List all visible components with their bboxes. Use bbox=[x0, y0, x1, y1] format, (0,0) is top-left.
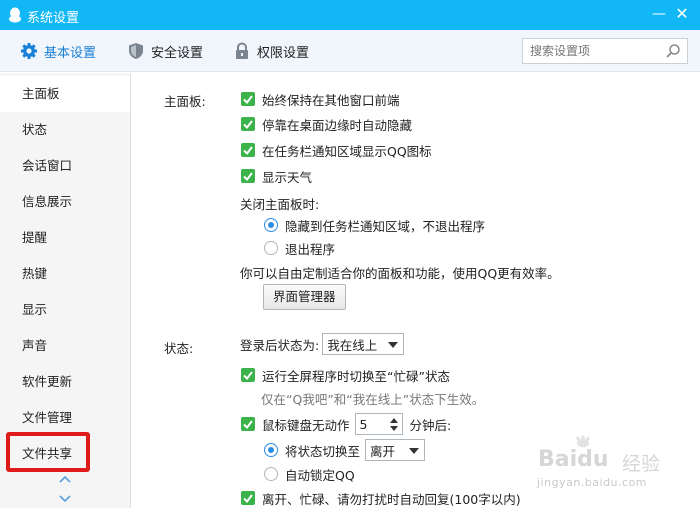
sidebar-item-info-display[interactable]: 信息展示 bbox=[0, 184, 130, 220]
checkbox-label: 停靠在桌面边缘时自动隐藏 bbox=[262, 117, 413, 133]
search-input[interactable] bbox=[523, 39, 661, 63]
checkbox-label: 始终保持在其他窗口前端 bbox=[262, 92, 400, 108]
fullscreen-hint: 仅在“Q我吧”和“我在线上”状态下生效。 bbox=[261, 392, 485, 407]
tab-security-settings[interactable]: 安全设置 bbox=[127, 30, 203, 72]
checkbox-label: 离开、忙碌、请勿打扰时自动回复(100字以内) bbox=[262, 491, 521, 507]
sidebar-item-file-management[interactable]: 文件管理 bbox=[0, 400, 130, 436]
lock-icon bbox=[236, 42, 248, 59]
idle-minutes-stepper[interactable]: 5 bbox=[354, 413, 403, 435]
gear-icon bbox=[21, 43, 37, 59]
chevron-up-icon bbox=[59, 475, 71, 483]
sidebar-item-label: 状态 bbox=[22, 122, 48, 137]
idle-label: 鼠标键盘无动作 bbox=[262, 417, 350, 433]
minimize-button[interactable]: — bbox=[651, 5, 667, 23]
close-button[interactable]: ✕ bbox=[674, 5, 690, 23]
radio-label: 退出程序 bbox=[285, 241, 336, 257]
sidebar-item-label: 显示 bbox=[22, 302, 48, 317]
idle-row: 鼠标键盘无动作 5 分钟后: bbox=[241, 413, 452, 435]
checkbox-label: 在任务栏通知区域显示QQ图标 bbox=[262, 143, 432, 159]
checkbox-checked-icon[interactable] bbox=[241, 368, 255, 382]
radio-label: 自动锁定QQ bbox=[285, 467, 355, 483]
idle-status-select[interactable]: 离开 bbox=[365, 439, 426, 461]
sidebar-item-label: 信息展示 bbox=[22, 194, 73, 209]
checkbox-checked-icon[interactable] bbox=[241, 143, 255, 157]
checkbox-fullscreen-busy[interactable]: 运行全屏程序时切换至“忙碌”状态 bbox=[241, 365, 450, 385]
radio-switch-status[interactable]: 将状态切换至 离开 bbox=[264, 439, 426, 461]
stepper-value: 5 bbox=[359, 416, 368, 432]
stepper-down-icon[interactable] bbox=[389, 426, 398, 431]
tab-basic-settings[interactable]: 基本设置 bbox=[20, 30, 96, 72]
tab-label: 安全设置 bbox=[151, 45, 204, 61]
sidebar-scroll-arrows[interactable] bbox=[55, 473, 75, 505]
sidebar-item-hotkeys[interactable]: 热键 bbox=[0, 256, 130, 292]
sidebar-item-label: 文件管理 bbox=[22, 410, 73, 425]
login-status-select[interactable]: 我在线上 bbox=[322, 333, 405, 355]
chevron-down-icon bbox=[59, 495, 71, 503]
qq-penguin-icon bbox=[9, 7, 21, 23]
sidebar-item-label: 声音 bbox=[22, 338, 48, 353]
select-value: 离开 bbox=[370, 443, 396, 459]
radio-selected-icon[interactable] bbox=[264, 443, 278, 457]
tab-permission-settings[interactable]: 权限设置 bbox=[233, 30, 309, 72]
sidebar-item-label: 会话窗口 bbox=[22, 158, 73, 173]
checkbox-checked-icon[interactable] bbox=[241, 491, 255, 505]
close-panel-label: 关闭主面板时: bbox=[240, 197, 320, 212]
watermark-url: jingyan.baidu.com bbox=[537, 476, 648, 489]
checkbox-label: 运行全屏程序时切换至“忙碌”状态 bbox=[262, 368, 450, 384]
checkbox-checked-icon[interactable] bbox=[241, 117, 255, 131]
radio-label: 隐藏到任务栏通知区域，不退出程序 bbox=[285, 218, 486, 234]
sidebar-item-sound[interactable]: 声音 bbox=[0, 328, 130, 364]
sidebar: 主面板 状态 会话窗口 信息展示 提醒 热键 显示 声音 软件更新 文件管理 文… bbox=[0, 73, 131, 508]
login-status-label: 登录后状态为: bbox=[240, 337, 320, 353]
checkbox-checked-icon[interactable] bbox=[241, 169, 255, 183]
stepper-up-icon[interactable] bbox=[389, 418, 398, 423]
section-label-main-panel: 主面板: bbox=[164, 94, 206, 109]
highlight-box bbox=[6, 432, 90, 472]
sidebar-item-chat-window[interactable]: 会话窗口 bbox=[0, 148, 130, 184]
customize-hint: 你可以自由定制适合你的面板和功能，使用QQ更有效率。 bbox=[240, 266, 560, 281]
radio-exit-program[interactable]: 退出程序 bbox=[264, 238, 335, 258]
checkbox-checked-icon[interactable] bbox=[241, 417, 255, 431]
radio-label: 将状态切换至 bbox=[285, 443, 361, 459]
sidebar-item-status[interactable]: 状态 bbox=[0, 112, 130, 148]
radio-hide-to-tray[interactable]: 隐藏到任务栏通知区域，不退出程序 bbox=[264, 215, 485, 235]
sidebar-item-label: 主面板 bbox=[22, 86, 60, 101]
watermark-logo: Baidu bbox=[538, 447, 609, 472]
radio-auto-lock[interactable]: 自动锁定QQ bbox=[264, 464, 355, 484]
settings-content: 主面板: 始终保持在其他窗口前端 停靠在桌面边缘时自动隐藏 在任务栏通知区域显示… bbox=[132, 73, 700, 508]
idle-suffix: 分钟后: bbox=[409, 417, 452, 433]
tab-label: 权限设置 bbox=[257, 45, 310, 61]
radio-selected-icon[interactable] bbox=[264, 218, 278, 232]
checkbox-tray-icon[interactable]: 在任务栏通知区域显示QQ图标 bbox=[241, 140, 432, 160]
sidebar-item-reminder[interactable]: 提醒 bbox=[0, 220, 130, 256]
sidebar-item-label: 软件更新 bbox=[22, 374, 73, 389]
checkbox-label: 显示天气 bbox=[262, 169, 313, 185]
login-status-row: 登录后状态为: 我在线上 bbox=[240, 333, 405, 355]
sidebar-item-display[interactable]: 显示 bbox=[0, 292, 130, 328]
checkbox-checked-icon[interactable] bbox=[241, 92, 255, 106]
shield-icon bbox=[129, 43, 143, 59]
radio-unselected-icon[interactable] bbox=[264, 467, 278, 481]
dropdown-arrow-icon bbox=[388, 342, 399, 348]
checkbox-always-on-top[interactable]: 始终保持在其他窗口前端 bbox=[241, 89, 400, 109]
search-icon[interactable] bbox=[665, 43, 681, 59]
checkbox-auto-hide[interactable]: 停靠在桌面边缘时自动隐藏 bbox=[241, 114, 412, 134]
checkbox-auto-reply[interactable]: 离开、忙碌、请勿打扰时自动回复(100字以内) bbox=[241, 488, 521, 508]
watermark-cn: 经验 bbox=[622, 453, 661, 475]
sidebar-item-label: 提醒 bbox=[22, 230, 48, 245]
radio-unselected-icon[interactable] bbox=[264, 241, 278, 255]
sidebar-item-label: 热键 bbox=[22, 266, 48, 281]
tab-label: 基本设置 bbox=[44, 45, 97, 61]
search-box[interactable] bbox=[522, 38, 688, 64]
title-bar: 系统设置 — ✕ bbox=[0, 0, 700, 30]
sidebar-item-main-panel[interactable]: 主面板 bbox=[0, 76, 130, 112]
window-title: 系统设置 bbox=[27, 11, 80, 26]
interface-manager-button[interactable]: 界面管理器 bbox=[263, 284, 346, 310]
checkbox-show-weather[interactable]: 显示天气 bbox=[241, 166, 312, 186]
sidebar-item-software-update[interactable]: 软件更新 bbox=[0, 364, 130, 400]
select-value: 我在线上 bbox=[327, 337, 378, 353]
tab-bar: 基本设置 安全设置 权限设置 bbox=[0, 30, 700, 72]
dropdown-arrow-icon bbox=[409, 448, 420, 454]
section-label-status: 状态: bbox=[164, 341, 194, 356]
